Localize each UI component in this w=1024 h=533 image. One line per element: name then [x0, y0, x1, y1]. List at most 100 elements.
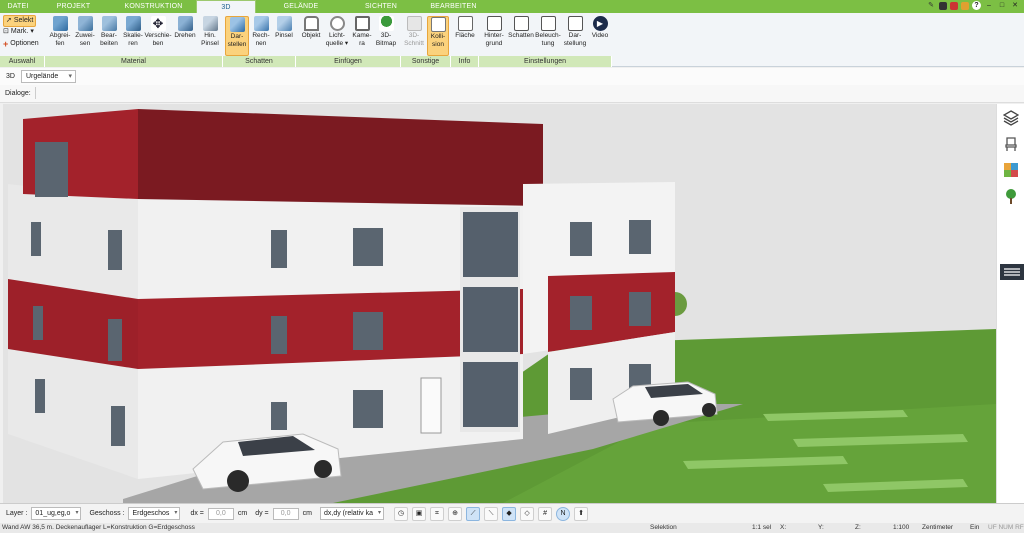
- objekt-button[interactable]: Objekt: [299, 16, 323, 40]
- tree-icon[interactable]: [1003, 188, 1019, 204]
- save-icon[interactable]: [939, 2, 947, 10]
- play-icon: ▶: [592, 16, 608, 31]
- group-label-schatten: Schatten: [223, 56, 296, 67]
- lichtquelle-button[interactable]: Licht- quelle ▾: [324, 16, 350, 48]
- dy-unit: cm: [302, 510, 312, 517]
- snap-icon[interactable]: ⌗: [430, 506, 445, 521]
- collision-icon: [430, 17, 446, 32]
- tab-sichten[interactable]: SICHTEN: [346, 0, 416, 13]
- verschieben-button[interactable]: ✥ Verschie- ben: [144, 16, 172, 48]
- bitmap-button[interactable]: 3D- Bitmap: [374, 16, 398, 48]
- group-sonstige: 3D- Schnitt Kolli- sion Sonstige: [401, 13, 451, 67]
- view-toolbar: 3D Urgelände: [0, 68, 1024, 85]
- top-storey-front: [138, 109, 543, 206]
- snap-line-icon[interactable]: ⟋: [466, 506, 481, 521]
- status-on: Ein: [970, 524, 980, 531]
- house-light-icon: [540, 16, 556, 31]
- bearbeiten-button[interactable]: Bear- beiten: [97, 16, 121, 48]
- layer-select[interactable]: 01_ug,eg,o: [31, 507, 82, 520]
- settings-icon[interactable]: [961, 2, 969, 10]
- mark-icon: ⊡: [3, 28, 9, 35]
- kamera-button[interactable]: Kame- ra: [351, 16, 373, 48]
- tab-gelaende[interactable]: GELÄNDE: [256, 0, 346, 13]
- drehen-button[interactable]: Drehen: [173, 16, 197, 40]
- menu-icon[interactable]: [1000, 264, 1024, 280]
- darstellen-button[interactable]: Dar- stellen: [225, 16, 249, 56]
- 3d-viewport[interactable]: [3, 104, 996, 503]
- kollision-button[interactable]: Kolli- sion: [427, 16, 449, 56]
- status-x: X:: [780, 524, 787, 531]
- darstellung-button[interactable]: Dar- stellung: [562, 16, 588, 48]
- ribbon: ➚ Selekt ⊡ Mark. ▾ + Optionen Auswahl Abgrei…: [0, 13, 1024, 67]
- north-icon[interactable]: N: [556, 506, 571, 521]
- schnitt-button[interactable]: 3D- Schnitt: [403, 16, 425, 48]
- dy-input[interactable]: 0,0: [272, 507, 299, 520]
- snap-edge-icon[interactable]: ⟍: [484, 506, 499, 521]
- shadow-brush-icon: [276, 16, 292, 31]
- hintergrund-button[interactable]: Hinter- grund: [481, 16, 507, 48]
- scale-icon: [125, 16, 141, 31]
- status-text: Wand AW 36,5 m. Deckenauflager L=Konstru…: [2, 524, 195, 531]
- dx-unit: cm: [237, 510, 248, 517]
- coordinate-mode-select[interactable]: dx,dy (relativ ka: [320, 507, 385, 520]
- dialog-label: Dialoge:: [5, 90, 31, 97]
- skalieren-button[interactable]: Skalie- ren: [121, 16, 145, 48]
- tab-projekt[interactable]: PROJEKT: [36, 0, 111, 13]
- entrance-door: [420, 377, 442, 434]
- grid-icon[interactable]: #: [538, 506, 553, 521]
- snap-point-icon[interactable]: ⊕: [448, 506, 463, 521]
- minimize-icon[interactable]: –: [984, 1, 994, 11]
- help-icon[interactable]: ?: [972, 1, 981, 10]
- dx-label: dx =: [190, 510, 204, 517]
- dx-input[interactable]: 0,0: [207, 507, 234, 520]
- move-icon: ✥: [150, 16, 166, 31]
- beleuchtung-button[interactable]: Beleuch- tung: [535, 16, 561, 48]
- rechnen-button[interactable]: Rech- nen: [250, 16, 272, 48]
- tab-datei[interactable]: DATEI: [0, 0, 36, 13]
- pen-icon[interactable]: ✎: [926, 1, 936, 11]
- chair-icon[interactable]: [1003, 136, 1019, 152]
- tree-bitmap-icon: [378, 16, 394, 31]
- options-button[interactable]: + Optionen: [3, 39, 39, 49]
- material-icon[interactable]: [1003, 162, 1019, 178]
- rotate-icon: [177, 16, 193, 31]
- edit-material-icon: [101, 16, 117, 31]
- dialog-row: Dialoge:: [0, 85, 1024, 103]
- group-material: Abgrei- fen Zuwei- sen Bear- beiten Skal…: [45, 13, 223, 67]
- floor-select[interactable]: Erdgeschos: [128, 507, 181, 520]
- ribbon-tabbar: DATEI PROJEKT KONSTRUKTION 3D GELÄNDE SI…: [0, 0, 1024, 13]
- maximize-icon[interactable]: □: [997, 1, 1007, 11]
- plus-icon: +: [3, 39, 9, 49]
- zuweisen-button[interactable]: Zuwei- sen: [73, 16, 97, 48]
- terrain-select[interactable]: Urgelände: [20, 70, 76, 83]
- mark-button[interactable]: ⊡ Mark. ▾: [3, 27, 34, 37]
- pipette-icon: [52, 16, 68, 31]
- shadow-display-icon: [229, 17, 245, 32]
- video-button[interactable]: ▶ Video: [589, 16, 611, 40]
- group-label-sonstige: Sonstige: [401, 56, 451, 67]
- screen-icon[interactable]: ▣: [412, 506, 427, 521]
- house-shadow-icon: [513, 16, 529, 31]
- dy-label: dy =: [255, 510, 269, 517]
- snap-face-icon[interactable]: ◆: [502, 506, 517, 521]
- layers-icon[interactable]: [1003, 110, 1019, 126]
- tab-3d[interactable]: 3D: [196, 0, 256, 13]
- status-z: Z:: [855, 524, 861, 531]
- status-scale: 1:1 sel: [752, 524, 772, 531]
- tab-bearbeiten[interactable]: BEARBEITEN: [416, 0, 491, 13]
- schatten-settings-button[interactable]: Schatten: [508, 16, 534, 40]
- clock-icon[interactable]: ◷: [394, 506, 409, 521]
- close-icon[interactable]: ✕: [1010, 1, 1020, 11]
- hin-pinsel-button[interactable]: Hin. Pinsel: [198, 16, 222, 48]
- select-button[interactable]: ➚ Selekt: [3, 15, 37, 27]
- snap-surface-icon[interactable]: ◇: [520, 506, 535, 521]
- cursor-icon: ➚: [6, 17, 12, 24]
- pinsel-button[interactable]: Pinsel: [273, 16, 295, 40]
- flaeche-button[interactable]: Fläche: [453, 16, 477, 40]
- tab-konstruktion[interactable]: KONSTRUKTION: [111, 0, 196, 13]
- print-icon[interactable]: [950, 2, 958, 10]
- pin-icon[interactable]: ⬆: [574, 506, 589, 521]
- status-unit: Zentimeter: [922, 524, 954, 531]
- group-label-einstellungen: Einstellungen: [479, 56, 612, 67]
- abgreifen-button[interactable]: Abgrei- fen: [48, 16, 72, 48]
